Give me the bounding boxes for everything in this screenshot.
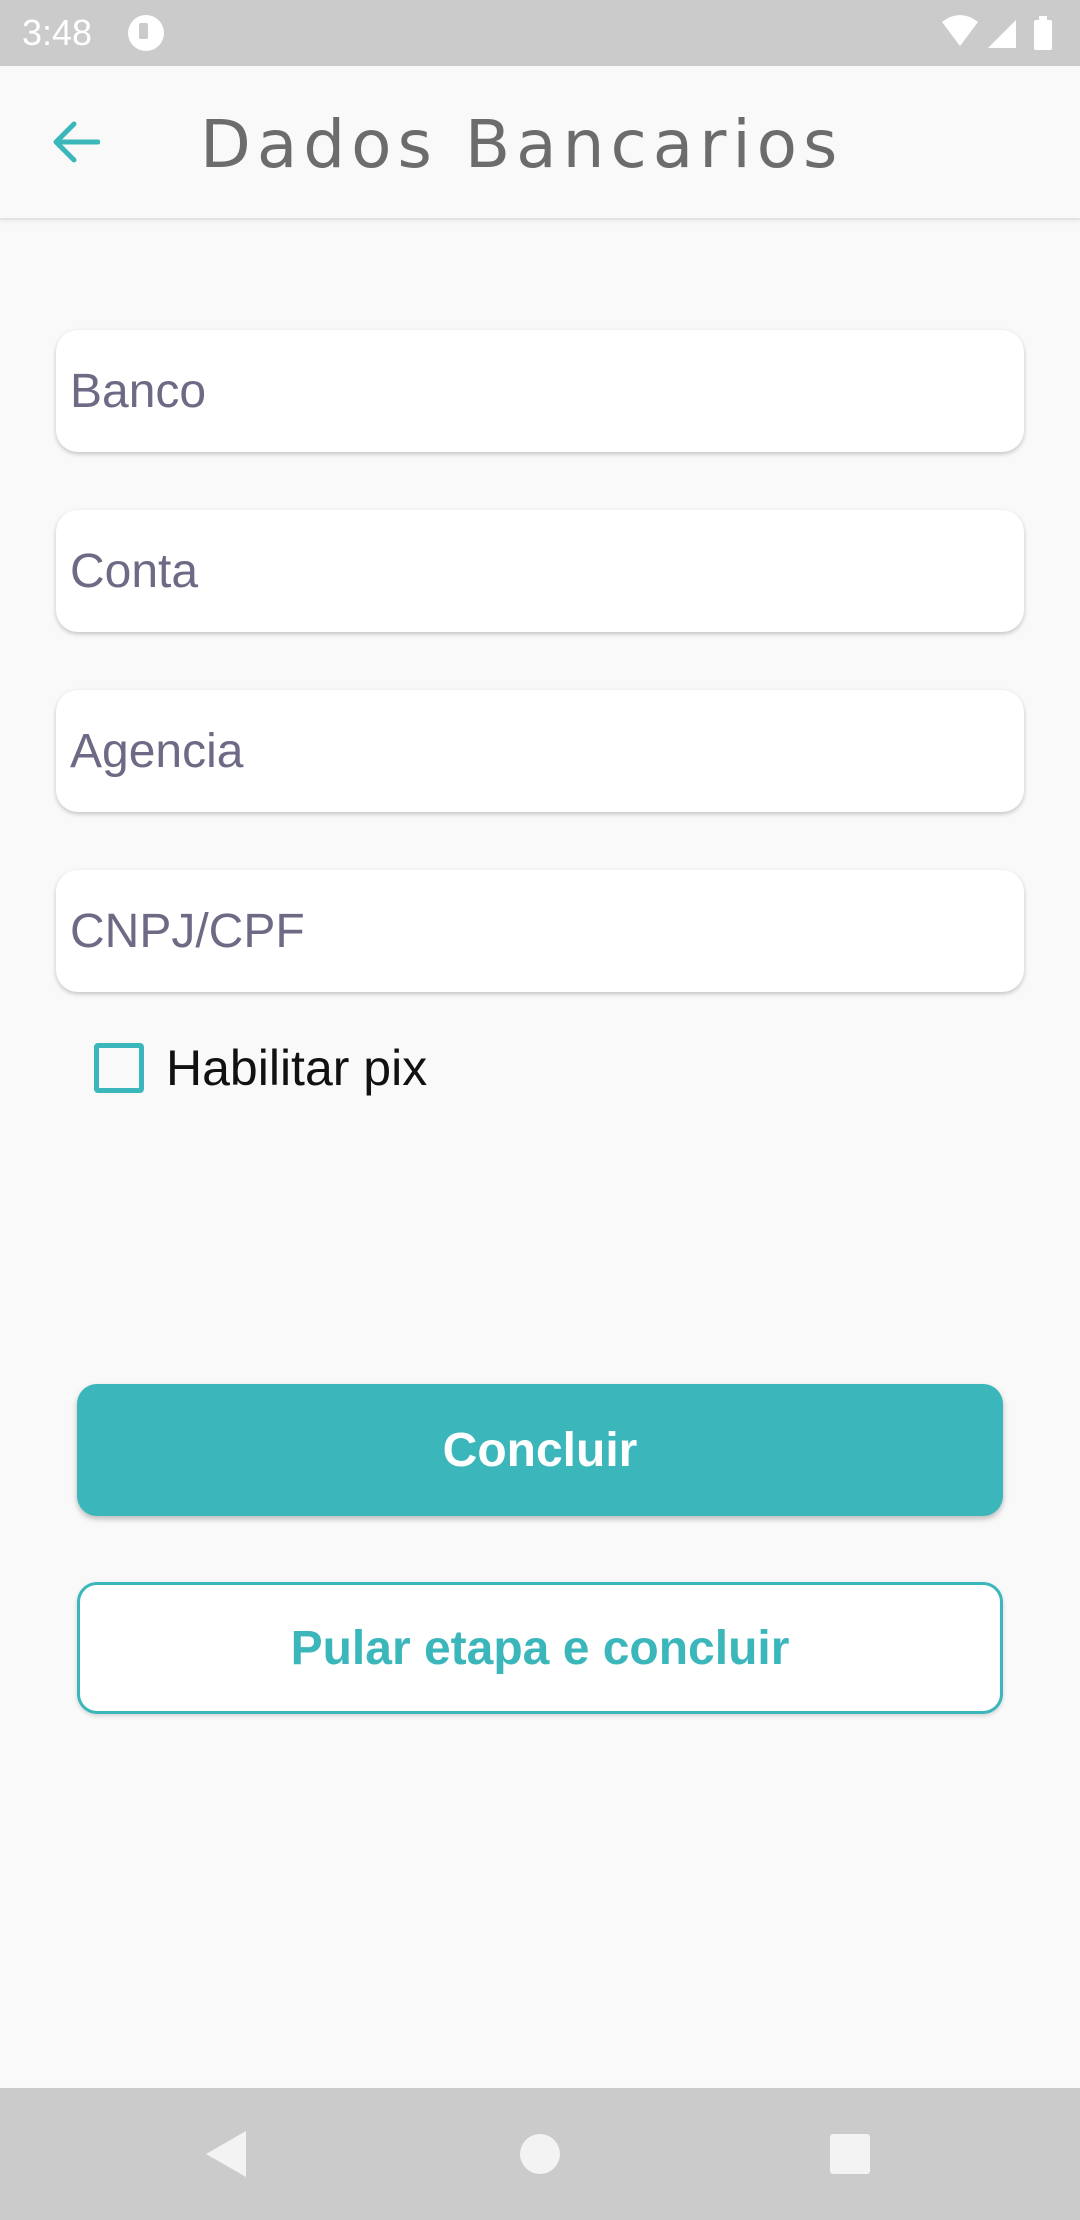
pix-label: Habilitar pix — [166, 1040, 428, 1096]
app-bar: Dados Bancarios — [0, 66, 1080, 220]
finish-button[interactable]: Concluir — [77, 1384, 1003, 1516]
status-icons — [940, 14, 1060, 52]
nav-home-button[interactable] — [510, 2124, 570, 2184]
system-nav-bar — [0, 2088, 1080, 2220]
back-button[interactable] — [40, 110, 112, 174]
circle-home-icon — [520, 2134, 560, 2174]
account-field[interactable] — [56, 510, 1024, 632]
nav-recents-button[interactable] — [820, 2124, 880, 2184]
page-title: Dados Bancarios — [200, 106, 844, 183]
cell-signal-icon — [988, 20, 1016, 48]
triangle-back-icon — [206, 2131, 246, 2177]
square-recents-icon — [830, 2134, 870, 2174]
pix-option[interactable]: Habilitar pix — [94, 1036, 427, 1100]
notification-app-icon — [128, 15, 164, 51]
status-bar: 3:48 — [0, 0, 1080, 66]
arrow-left-icon — [53, 121, 100, 163]
bank-field[interactable] — [56, 330, 1024, 452]
skip-and-finish-button[interactable]: Pular etapa e concluir — [77, 1582, 1003, 1714]
agency-field[interactable] — [56, 690, 1024, 812]
status-time: 3:48 — [22, 12, 93, 53]
battery-icon — [1034, 16, 1052, 50]
wifi-icon — [942, 15, 978, 46]
cnpj-cpf-field[interactable] — [56, 870, 1024, 992]
nav-back-button[interactable] — [196, 2124, 256, 2184]
pix-checkbox[interactable] — [94, 1043, 144, 1093]
